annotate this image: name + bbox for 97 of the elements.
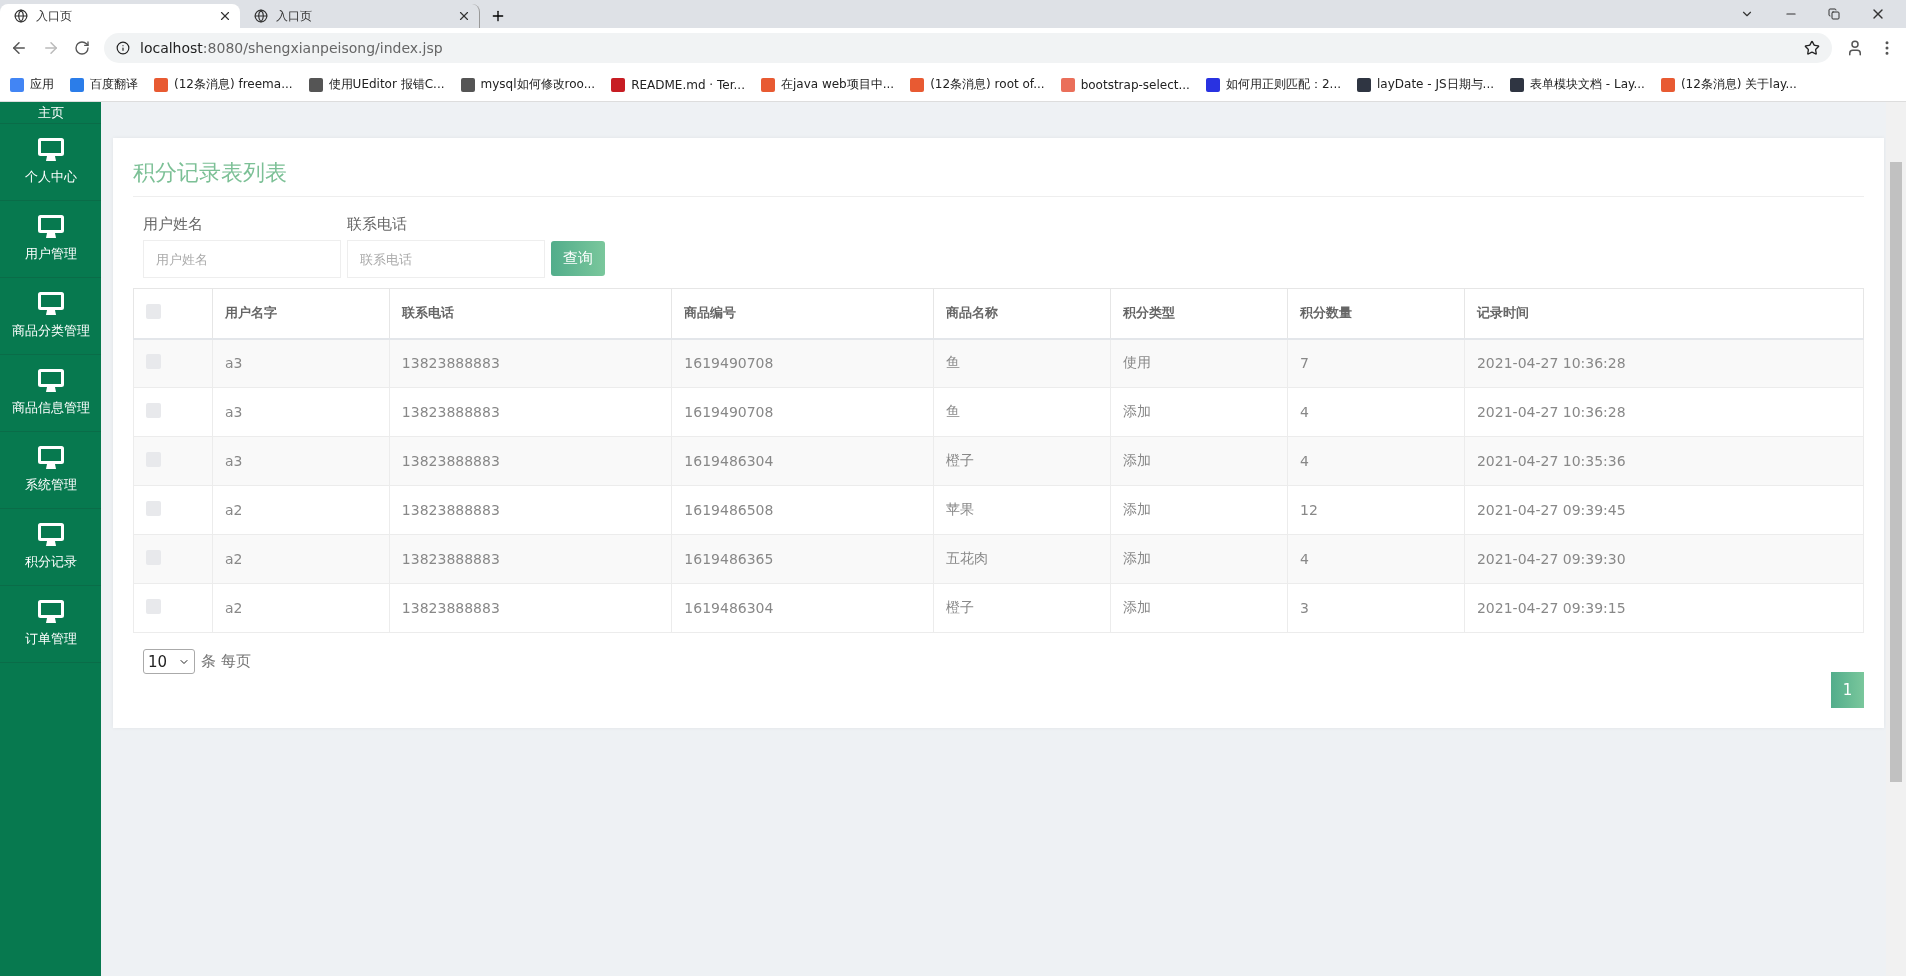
column-header: 联系电话 [389,288,672,339]
table-cell: 2021-04-27 10:36:28 [1464,338,1864,388]
favicon-icon [154,77,168,92]
table-cell: 1619486304 [671,583,934,633]
favicon-icon [1357,77,1371,92]
browser-tab[interactable]: 入口页 [0,4,240,28]
table-cell: 4 [1287,436,1465,486]
table-cell: 2021-04-27 09:39:45 [1464,485,1864,535]
table-cell: a2 [212,485,390,535]
table-cell: 添加 [1110,436,1288,486]
table-cell: 1619486365 [671,534,934,584]
table-cell: 1619486304 [671,436,934,486]
favicon-icon [1205,77,1220,92]
table-cell: 2021-04-27 09:39:15 [1464,583,1864,633]
table-cell: 五花肉 [933,534,1111,584]
table-cell: a2 [212,534,390,584]
close-icon[interactable] [457,9,471,23]
bookmark-link[interactable]: mysql如何修改roo... [460,76,596,93]
favicon-icon [760,77,775,92]
input-field[interactable]: 用户姓名 [143,240,341,278]
table-cell: 橙子 [933,583,1111,633]
bookmark-link[interactable]: 应用 [10,76,54,93]
table-cell: 2021-04-27 10:36:28 [1464,387,1864,437]
favicon-icon [1510,77,1525,92]
bookmark-link[interactable]: 表单模块文档 - Lay... [1510,76,1645,93]
table-cell: a2 [212,583,390,633]
table-cell: 1619490708 [671,387,934,437]
favicon-icon [1060,77,1075,92]
favicon-icon [308,77,323,92]
favicon-icon [611,77,626,92]
bookmark-link[interactable]: 如何用正则匹配：2... [1205,76,1341,93]
table-cell: 1619486508 [671,485,934,535]
field-label: 联系电话 [347,215,408,234]
bookmark-link[interactable]: (12条消息) freema... [154,76,293,93]
bookmark-link[interactable]: 在java web项目中... [760,76,895,93]
bookmark-link[interactable]: bootstrap-select... [1060,77,1190,92]
table-cell: 添加 [1110,485,1288,535]
globe-icon [14,9,28,23]
column-header: 商品名称 [933,288,1111,339]
bookmark-link[interactable]: (12条消息) 关于lay... [1660,76,1797,93]
reload-icon[interactable] [74,40,90,56]
table-cell: 2021-04-27 09:39:30 [1464,534,1864,584]
table-cell: 橙子 [933,436,1111,486]
column-header: 积分类型 [1110,288,1288,339]
table-cell: 13823888883 [389,338,672,388]
table-cell: a3 [212,387,390,437]
bookmark-link[interactable]: (12条消息) root of... [910,76,1045,93]
table-cell: 鱼 [933,387,1111,437]
table-cell: 1619490708 [671,338,934,388]
table-cell: 使用 [1110,338,1288,388]
bookmark-star-icon[interactable] [1804,40,1820,56]
table-cell: 3 [1287,583,1465,633]
panel-title: 积分记录表列表 [133,152,1864,197]
bookmark-link[interactable]: 使用UEditor 报错C... [308,76,445,93]
column-header: 记录时间 [1464,288,1864,339]
address-bar[interactable]: localhost:8080/shengxianpeisong/index.jsp [104,33,1832,63]
favicon-icon [460,77,475,92]
table-cell: a3 [212,436,390,486]
favicon-icon [70,77,84,92]
page-size-select[interactable]: 10 [143,649,195,674]
table-cell: 4 [1287,387,1465,437]
back-icon[interactable] [10,39,28,57]
column-header: 用户名字 [212,288,390,339]
favicon-icon [910,77,925,92]
table-cell: 添加 [1110,387,1288,437]
favicon-icon [1660,77,1675,92]
table-cell: 13823888883 [389,534,672,584]
page-size-label: 条 每页 [201,652,251,671]
scrollbar-thumb[interactable] [1890,162,1902,782]
table-cell: 4 [1287,534,1465,584]
new-tab-icon[interactable] [490,8,506,24]
favicon-icon [10,77,24,92]
table-cell: 13823888883 [389,583,672,633]
field-label: 用户姓名 [143,215,204,234]
table-cell: 12 [1287,485,1465,535]
table-cell: 13823888883 [389,485,672,535]
table-cell: 鱼 [933,338,1111,388]
table-cell: 苹果 [933,485,1111,535]
profile-icon[interactable] [1846,39,1864,57]
table-cell: 2021-04-27 10:35:36 [1464,436,1864,486]
close-icon[interactable] [218,9,232,23]
table-cell: 7 [1287,338,1465,388]
info-icon[interactable] [116,41,130,55]
bookmark-link[interactable]: layDate - JS日期与... [1357,76,1495,93]
table-cell: 13823888883 [389,387,672,437]
bookmark-link[interactable]: README.md · Ter... [611,77,745,92]
globe-icon [254,9,268,23]
input-field[interactable]: 联系电话 [347,240,545,278]
table-cell: 添加 [1110,583,1288,633]
table-cell: 13823888883 [389,436,672,486]
column-header: 商品编号 [671,288,934,339]
restore-icon[interactable] [1828,8,1840,20]
table-cell: a3 [212,338,390,388]
table-cell: 添加 [1110,534,1288,584]
browser-tab[interactable]: 入口页 [240,4,480,28]
bookmark-link[interactable]: 百度翻译 [70,76,138,93]
column-header: 积分数量 [1287,288,1465,339]
